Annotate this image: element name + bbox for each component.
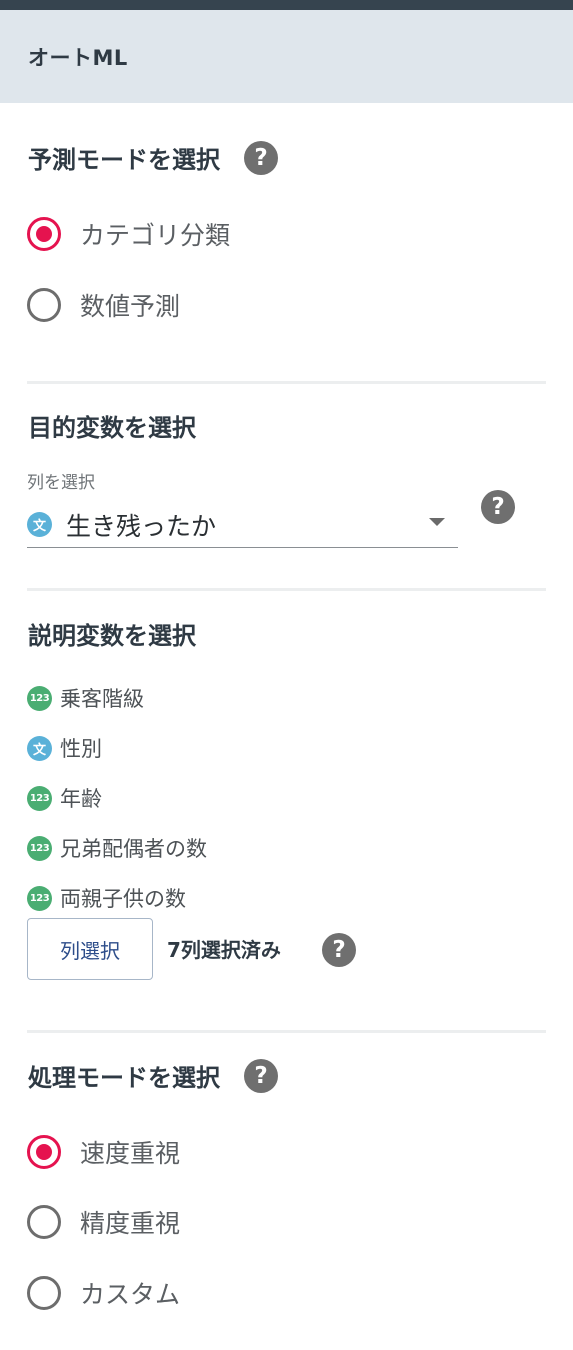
prediction-mode-title-text: 予測モードを選択: [28, 146, 220, 174]
variable-name: 兄弟配偶者の数: [60, 837, 207, 861]
top-bar: [0, 0, 573, 10]
variable-name: 性別: [60, 737, 102, 761]
radio-unchecked-icon[interactable]: [27, 288, 61, 322]
radio-checked-icon[interactable]: [27, 1135, 61, 1169]
panel-header: オートML: [0, 10, 573, 103]
list-item: 123 兄弟配偶者の数: [27, 833, 207, 863]
radio-unchecked-icon[interactable]: [27, 1205, 61, 1239]
list-item: 123 両親子供の数: [27, 883, 186, 913]
section-divider: [27, 1030, 546, 1033]
radio-speed-priority[interactable]: 速度重視: [27, 1134, 180, 1170]
radio-category-classification[interactable]: カテゴリ分類: [27, 216, 230, 252]
select-columns-button[interactable]: 列選択: [27, 918, 153, 980]
prediction-mode-help-icon[interactable]: ?: [244, 140, 278, 175]
radio-accuracy-priority[interactable]: 精度重視: [27, 1204, 180, 1240]
radio-label: カテゴリ分類: [80, 221, 231, 250]
number-type-icon: 123: [27, 785, 52, 811]
explanatory-variables-help-icon[interactable]: ?: [322, 933, 356, 967]
explanatory-variables-title-text: 説明変数を選択: [28, 622, 196, 650]
text-type-icon: 文: [27, 735, 52, 761]
list-item: 文 性別: [27, 733, 102, 763]
panel-title: オートML: [28, 45, 128, 70]
target-variable-title: 目的変数を選択: [28, 408, 196, 443]
variable-name: 乗客階級: [60, 687, 144, 711]
prediction-mode-title: 予測モードを選択 ?: [28, 140, 278, 175]
radio-checked-icon[interactable]: [27, 217, 61, 251]
chevron-down-icon[interactable]: [429, 518, 445, 526]
radio-label: 速度重視: [80, 1139, 181, 1168]
section-divider: [27, 588, 546, 591]
number-type-icon: 123: [27, 685, 52, 711]
number-type-icon: 123: [27, 835, 52, 861]
text-type-icon: 文: [27, 512, 52, 537]
processing-mode-title-text: 処理モードを選択: [28, 1064, 220, 1092]
radio-label: 数値予測: [80, 292, 181, 321]
radio-numeric-prediction[interactable]: 数値予測: [27, 287, 180, 323]
target-variable-title-text: 目的変数を選択: [28, 414, 196, 442]
radio-label: 精度重視: [80, 1209, 181, 1238]
target-column-select[interactable]: 文 生き残ったか: [27, 502, 458, 548]
number-type-icon: 123: [27, 885, 52, 911]
list-item: 123 年齢: [27, 783, 102, 813]
processing-mode-title: 処理モードを選択 ?: [28, 1058, 278, 1093]
processing-mode-help-icon[interactable]: ?: [244, 1058, 278, 1093]
column-select-label: 列を選択: [27, 473, 95, 493]
variable-name: 年齢: [60, 787, 102, 811]
radio-custom[interactable]: カスタム: [27, 1275, 180, 1311]
radio-unchecked-icon[interactable]: [27, 1276, 61, 1310]
target-variable-help-icon[interactable]: ?: [481, 490, 515, 524]
variable-name: 両親子供の数: [60, 887, 186, 911]
selected-target-column: 生き残ったか: [66, 511, 217, 541]
radio-label: カスタム: [80, 1280, 181, 1309]
section-divider: [27, 381, 546, 384]
selected-columns-count: 7列選択済み: [167, 938, 281, 962]
explanatory-variables-title: 説明変数を選択: [28, 616, 196, 651]
list-item: 123 乗客階級: [27, 683, 144, 713]
